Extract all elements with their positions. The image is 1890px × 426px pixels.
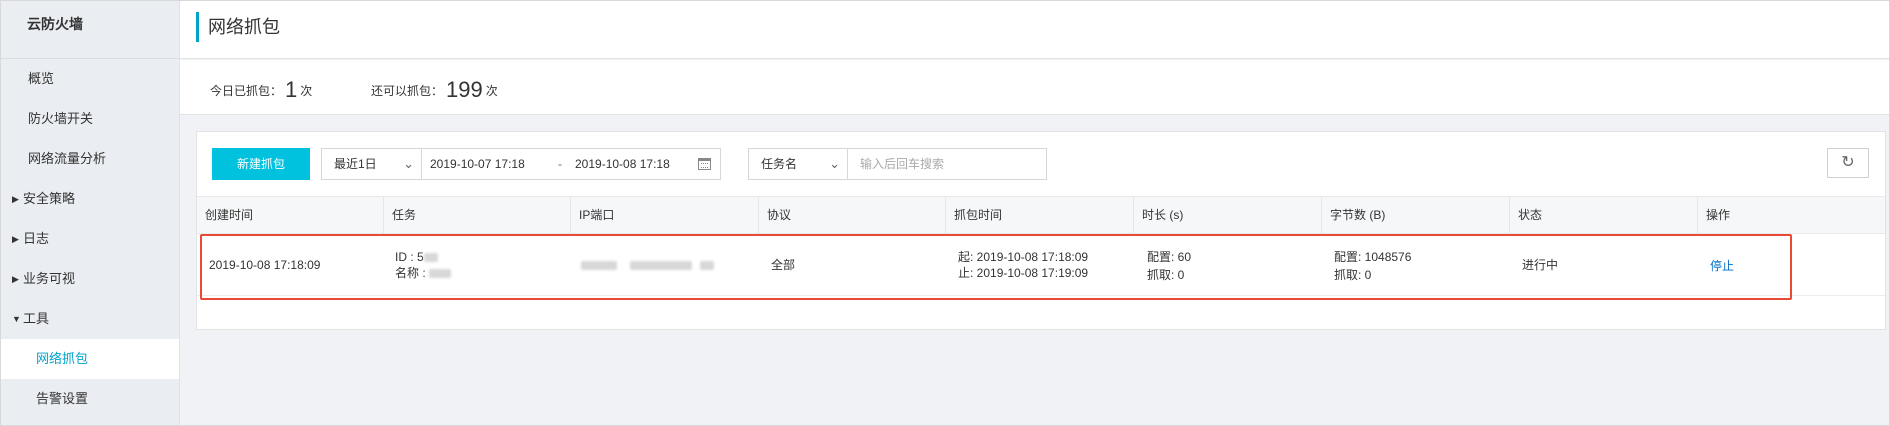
caret-right-icon: ▶ — [12, 234, 19, 244]
cell-task-id: ID : 5 — [395, 249, 438, 265]
chevron-down-icon: ⌄ — [829, 156, 840, 171]
cell-bytes-captured: 抓取: 0 — [1334, 268, 1372, 282]
caret-right-icon: ▶ — [12, 194, 19, 204]
page-title: 网络抓包 — [208, 17, 280, 37]
caret-down-icon: ▼ — [12, 314, 21, 324]
capture-stats: 今日已抓包： 1 次 还可以抓包： 199 次 — [180, 60, 1889, 115]
date-range-picker[interactable]: 2019-10-07 17:18 - 2019-10-08 17:18 — [421, 148, 721, 180]
sidebar-item-label: 日志 — [23, 231, 50, 246]
sidebar-item-traffic-analysis[interactable]: 网络流量分析 — [1, 139, 179, 179]
col-duration: 时长 (s) — [1134, 197, 1322, 235]
task-name-text: 名称 : — [395, 266, 426, 280]
sidebar-item-label: 安全策略 — [23, 191, 76, 206]
sidebar-item-firewall-switch[interactable]: 防火墙开关 — [1, 99, 179, 139]
table-row: 2019-10-08 17:18:09 ID : 5 名称 : 全部 起: 20… — [197, 234, 1885, 296]
cell-capture-start: 起: 2019-10-08 17:18:09 — [958, 250, 1089, 264]
sidebar-item-label: 告警设置 — [36, 391, 89, 406]
date-start: 2019-10-07 17:18 — [430, 157, 525, 171]
cell-created-time: 2019-10-08 17:18:09 — [209, 258, 321, 272]
date-end: 2019-10-08 17:18 — [575, 157, 670, 171]
redacted-block — [699, 261, 714, 271]
sidebar-group-tools[interactable]: ▼ 工具 — [1, 299, 179, 339]
cell-bytes-config: 配置: 1048576 — [1334, 250, 1412, 264]
col-ip-port: IP端口 — [571, 197, 759, 235]
sidebar-item-packet-capture[interactable]: 网络抓包 — [1, 339, 179, 379]
sidebar: 云防火墙 概览 防火墙开关 网络流量分析 ▶ 安全策略 ▶ 日志 ▶ 业务可视 … — [1, 1, 180, 425]
refresh-button[interactable]: ↻ — [1827, 148, 1869, 178]
sidebar-item-label: 概览 — [28, 71, 55, 86]
date-separator: - — [558, 157, 562, 171]
chevron-down-icon: ⌄ — [403, 156, 414, 171]
toolbar: 新建抓包 最近1日 ⌄ 2019-10-07 17:18 - 2019-10-0… — [197, 132, 1885, 192]
redacted-block — [428, 269, 451, 279]
col-capture-time: 抓包时间 — [946, 197, 1134, 235]
redacted-block — [581, 261, 617, 271]
search-input[interactable]: 输入后回车搜索 — [848, 148, 1047, 180]
cell-status: 进行中 — [1522, 258, 1559, 272]
stat-today-value: 1 — [285, 77, 298, 102]
table-header: 创建时间 任务 IP端口 协议 抓包时间 时长 (s) 字节数 (B) 状态 操… — [197, 196, 1885, 235]
stat-remaining-label: 还可以抓包： — [371, 84, 444, 98]
sidebar-group-security-policy[interactable]: ▶ 安全策略 — [1, 179, 179, 219]
sidebar-group-logs[interactable]: ▶ 日志 — [1, 219, 179, 259]
cell-duration-config: 配置: 60 — [1147, 250, 1192, 264]
task-id-text: ID : 5 — [395, 250, 424, 264]
sidebar-item-label: 业务可视 — [23, 271, 76, 286]
caret-right-icon: ▶ — [12, 274, 19, 284]
sidebar-item-label: 防火墙开关 — [28, 111, 94, 126]
col-status: 状态 — [1510, 197, 1698, 235]
cell-capture-end: 止: 2019-10-08 17:19:09 — [958, 266, 1089, 280]
time-range-value: 最近1日 — [334, 157, 377, 171]
capture-panel: 新建抓包 最近1日 ⌄ 2019-10-07 17:18 - 2019-10-0… — [196, 131, 1886, 330]
time-range-select[interactable]: 最近1日 ⌄ — [321, 148, 422, 180]
sidebar-item-label: 工具 — [23, 311, 50, 326]
redacted-block — [423, 253, 438, 263]
col-actions: 操作 — [1706, 208, 1731, 222]
calendar-icon[interactable] — [698, 158, 711, 170]
title-accent-bar — [196, 12, 199, 42]
main-content: 网络抓包 今日已抓包： 1 次 还可以抓包： 199 次 新建抓包 最近1日 ⌄ 201… — [180, 1, 1889, 425]
col-created-time: 创建时间 — [197, 197, 384, 235]
sidebar-title: 云防火墙 — [1, 1, 179, 59]
cell-ip-port — [581, 257, 714, 273]
stat-remaining-unit: 次 — [485, 84, 498, 98]
sidebar-item-label: 网络抓包 — [36, 351, 89, 366]
sidebar-item-label: 网络流量分析 — [28, 151, 107, 166]
col-bytes: 字节数 (B) — [1322, 197, 1510, 235]
new-capture-button[interactable]: 新建抓包 — [212, 148, 310, 180]
stat-remaining-value: 199 — [446, 77, 483, 102]
stat-today-unit: 次 — [300, 84, 313, 98]
sidebar-group-business-visibility[interactable]: ▶ 业务可视 — [1, 259, 179, 299]
filter-field-select[interactable]: 任务名 ⌄ — [748, 148, 848, 180]
app-window: 云防火墙 概览 防火墙开关 网络流量分析 ▶ 安全策略 ▶ 日志 ▶ 业务可视 … — [0, 0, 1890, 426]
sidebar-item-overview[interactable]: 概览 — [1, 59, 179, 99]
sidebar-item-alert-settings[interactable]: 告警设置 — [1, 379, 179, 419]
refresh-icon: ↻ — [1841, 154, 1855, 171]
cell-duration-captured: 抓取: 0 — [1147, 268, 1185, 282]
cell-protocol: 全部 — [771, 258, 796, 272]
cell-task-name: 名称 : — [395, 265, 451, 281]
col-protocol: 协议 — [759, 197, 946, 235]
col-task: 任务 — [384, 197, 571, 235]
stat-today: 今日已抓包： 1 次 — [210, 77, 312, 103]
stat-remaining: 还可以抓包： 199 次 — [371, 77, 498, 103]
stat-today-label: 今日已抓包： — [210, 84, 283, 98]
page-header: 网络抓包 — [180, 1, 1889, 59]
stop-capture-link[interactable]: 停止 — [1710, 258, 1734, 274]
redacted-block — [630, 261, 693, 271]
capture-table: 创建时间 任务 IP端口 协议 抓包时间 时长 (s) 字节数 (B) 状态 操… — [197, 196, 1885, 296]
filter-field-value: 任务名 — [761, 157, 798, 171]
